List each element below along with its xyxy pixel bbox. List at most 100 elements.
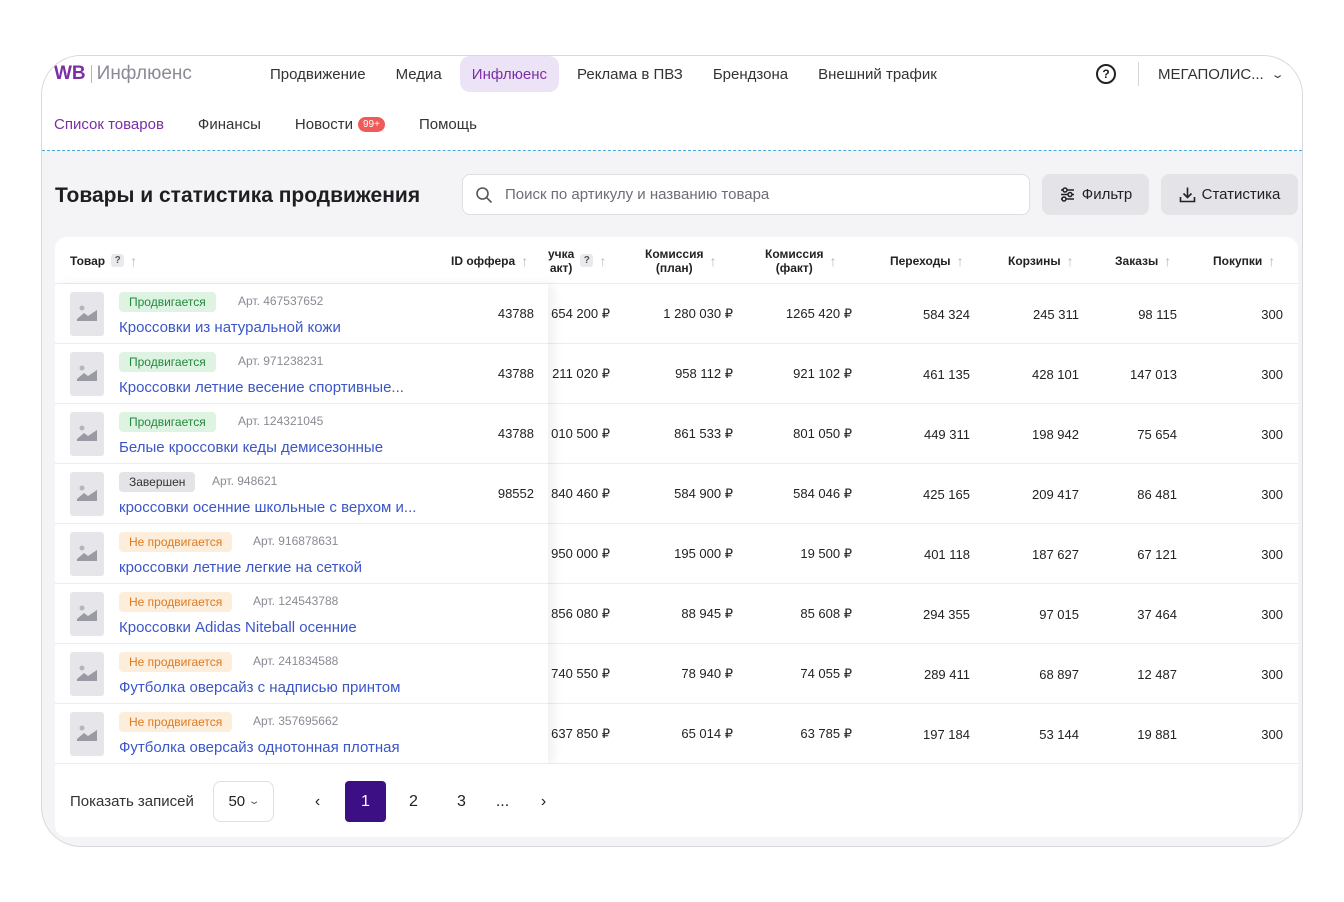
col-header-orders[interactable]: Заказы ↑ (1115, 237, 1171, 284)
main-nav: Продвижение Медиа Инфлюенс Реклама в ПВЗ… (255, 56, 952, 92)
search-placeholder: Поиск по артикулу и названию товара (505, 186, 770, 203)
tab-finance[interactable]: Финансы (198, 116, 261, 133)
col-header-clicks[interactable]: Переходы ↑ (890, 237, 964, 284)
article-number: Арт. 916878631 (253, 534, 339, 548)
col-header-offer[interactable]: ID оффера ↑ (451, 237, 528, 284)
hint-icon[interactable]: ? (111, 254, 125, 267)
cell-revenue: 637 850 ₽ (551, 726, 610, 741)
product-image[interactable] (70, 352, 104, 396)
nav-item-brandzone[interactable]: Брендзона (698, 56, 803, 92)
col-header-offer-label: ID оффера (451, 253, 516, 268)
nav-item-promotion[interactable]: Продвижение (255, 56, 381, 92)
nav-item-pvz-ads[interactable]: Реклама в ПВЗ (562, 56, 698, 92)
page-button-1[interactable]: 1 (345, 781, 386, 822)
product-name-link[interactable]: кроссовки осенние школьные с верхом и... (119, 499, 416, 516)
page-button-2[interactable]: 2 (393, 781, 434, 822)
product-thumbnail-icon (77, 305, 97, 321)
sort-arrow-icon[interactable]: ↑ (599, 254, 606, 268)
cell-clicks: 449 311 (923, 426, 970, 442)
tab-help[interactable]: Помощь (419, 116, 477, 133)
product-image[interactable] (70, 412, 104, 456)
product-image[interactable] (70, 652, 104, 696)
next-page-icon[interactable]: › (523, 781, 564, 822)
sort-arrow-icon[interactable]: ↑ (957, 254, 964, 268)
cell-orders: 86 481 (1137, 486, 1177, 502)
product-image[interactable] (70, 712, 104, 756)
product-name-link[interactable]: Кроссовки Adidas Niteball осенние (119, 619, 357, 636)
sort-arrow-icon[interactable]: ↑ (829, 254, 836, 268)
col-header-commission-plan[interactable]: Комиссия (план) ↑ (645, 237, 716, 284)
cell-commission-plan: 78 940 ₽ (681, 666, 733, 681)
cell-revenue: 654 200 ₽ (551, 306, 610, 321)
col-header-carts[interactable]: Корзины ↑ (1008, 237, 1074, 284)
logo[interactable]: WB Инфлюенс (54, 63, 192, 85)
sort-arrow-icon[interactable]: ↑ (1067, 254, 1074, 268)
product-image[interactable] (70, 472, 104, 516)
tab-news[interactable]: Новости 99+ (295, 116, 385, 133)
col-header-purchases[interactable]: Покупки ↑ (1213, 237, 1275, 284)
product-name-link[interactable]: кроссовки летние легкие на сеткой (119, 559, 362, 576)
sort-arrow-icon[interactable]: ↑ (709, 254, 716, 268)
product-image[interactable] (70, 532, 104, 576)
nav-item-influence[interactable]: Инфлюенс (459, 56, 559, 92)
account-name: МЕГАПОЛИС... (1158, 65, 1264, 83)
product-name-link[interactable]: Футболка оверсайз однотонная плотная (119, 739, 400, 756)
product-row[interactable]: Продвигается Арт. 467537652 Кроссовки из н… (55, 284, 548, 344)
cell-clicks: 461 135 (923, 366, 970, 382)
cell-carts: 97 015 (1039, 606, 1079, 622)
col-header-commission-plan-line1: Комиссия (645, 246, 704, 261)
product-row[interactable]: Не продвигается Арт. 241834588 Футболка ов… (55, 644, 548, 704)
statistics-button[interactable]: Статистика (1161, 174, 1298, 215)
cell-revenue: 950 000 ₽ (551, 546, 610, 561)
product-row[interactable]: Продвигается Арт. 971238231 Кроссовки летн… (55, 344, 548, 404)
product-name-link[interactable]: Белые кроссовки кеды демисезонные (119, 439, 383, 456)
col-header-commission-fact[interactable]: Комиссия (факт) ↑ (765, 237, 836, 284)
product-row[interactable]: Не продвигается Арт. 916878631 кроссовки л… (55, 524, 548, 584)
sort-arrow-icon[interactable]: ↑ (130, 254, 137, 268)
product-row[interactable]: Не продвигается Арт. 357695662 Футболка ов… (55, 704, 548, 764)
cell-orders: 12 487 (1137, 666, 1177, 682)
nav-item-external-traffic[interactable]: Внешний трафик (803, 56, 952, 92)
cell-commission-fact: 63 785 ₽ (800, 726, 852, 741)
sort-arrow-icon[interactable]: ↑ (1164, 254, 1171, 268)
product-thumbnail-icon (77, 365, 97, 381)
filter-button[interactable]: Фильтр (1042, 174, 1149, 215)
product-image[interactable] (70, 592, 104, 636)
product-name-link[interactable]: Кроссовки летние весение спортивные... (119, 379, 404, 396)
sort-arrow-icon[interactable]: ↑ (1268, 254, 1275, 268)
product-name-link[interactable]: Кроссовки из натуральной кожи (119, 319, 341, 336)
account-menu[interactable]: МЕГАПОЛИС... ⌄ (1158, 56, 1284, 92)
cell-carts: 68 897 (1039, 666, 1079, 682)
product-row[interactable]: Не продвигается Арт. 124543788 Кроссовки A… (55, 584, 548, 644)
products-table: Товар ? ↑ ID оффера ↑ учка акт) ? ↑ Комис… (55, 237, 1298, 837)
sort-arrow-icon[interactable]: ↑ (521, 254, 528, 268)
news-count-badge: 99+ (357, 117, 385, 132)
cell-commission-fact: 19 500 ₽ (800, 546, 852, 561)
cell-commission-plan: 584 900 ₽ (674, 486, 733, 501)
nav-item-media[interactable]: Медиа (381, 56, 457, 92)
search-input[interactable]: Поиск по артикулу и названию товара (462, 174, 1030, 215)
cell-purchases: 300 (1261, 666, 1283, 682)
per-page-select[interactable]: 50 ⌄ (213, 781, 274, 822)
help-icon[interactable]: ? (1096, 64, 1116, 84)
col-header-revenue-line1: учка (548, 246, 575, 261)
product-image[interactable] (70, 292, 104, 336)
col-header-orders-label: Заказы (1115, 253, 1159, 268)
prev-page-icon[interactable]: ‹ (297, 781, 338, 822)
cell-purchases: 300 (1261, 426, 1283, 442)
product-row[interactable]: Продвигается Арт. 124321045 Белые кроссовк… (55, 404, 548, 464)
article-number: Арт. 357695662 (253, 714, 339, 728)
col-header-product[interactable]: Товар ? ↑ (70, 237, 137, 284)
product-row[interactable]: Завершен Арт. 948621 кроссовки осенние шко… (55, 464, 548, 524)
cell-carts: 209 417 (1032, 486, 1079, 502)
col-header-revenue[interactable]: учка акт) ? ↑ (548, 237, 606, 284)
hint-icon[interactable]: ? (580, 254, 594, 267)
cell-revenue: 840 460 ₽ (551, 486, 610, 501)
cell-orders: 67 121 (1137, 546, 1177, 562)
product-name-link[interactable]: Футболка оверсайз с надписью принтом (119, 679, 400, 696)
offer-id: 43788 (497, 426, 534, 441)
tab-product-list[interactable]: Список товаров (54, 116, 164, 133)
article-number: Арт. 467537652 (238, 294, 324, 308)
search-icon (476, 186, 492, 203)
page-button-3[interactable]: 3 (441, 781, 482, 822)
